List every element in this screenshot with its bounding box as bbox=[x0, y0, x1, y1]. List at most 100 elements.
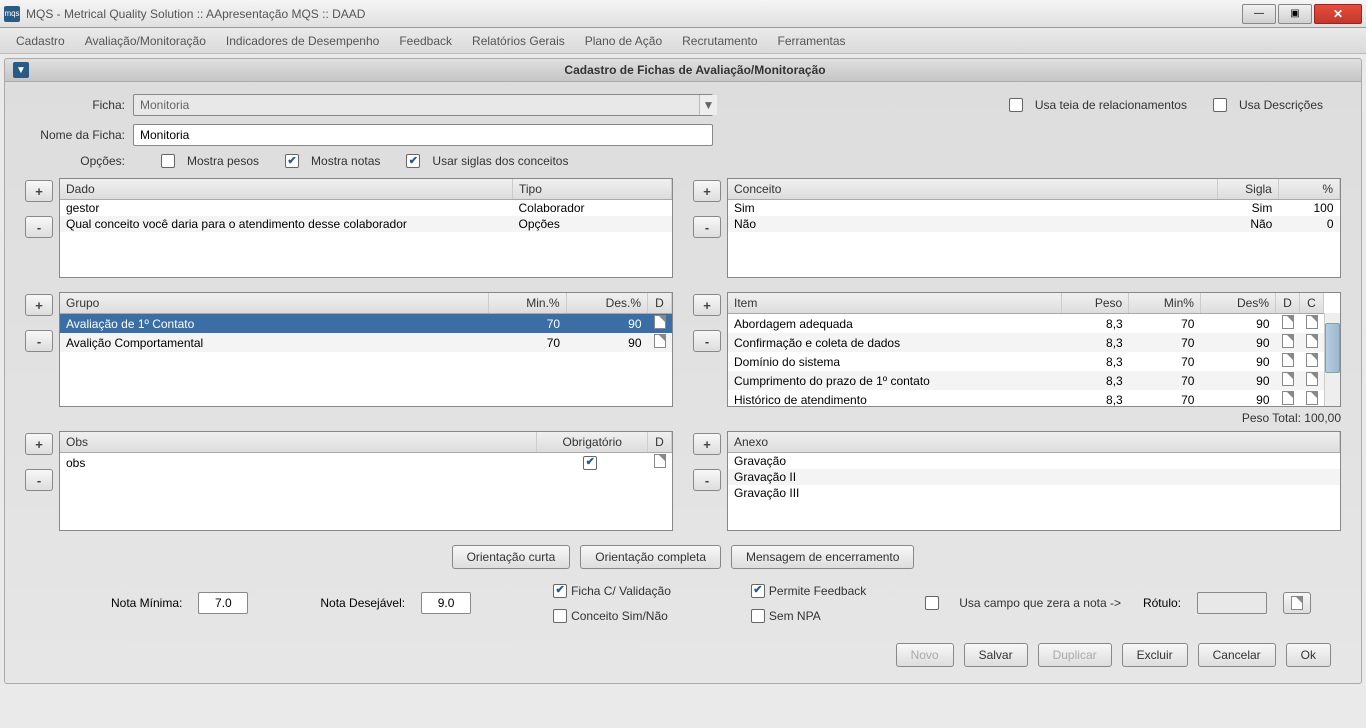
document-icon[interactable] bbox=[1306, 372, 1318, 386]
conceito-table[interactable]: ConceitoSigla% SimSim100 NãoNão0 bbox=[728, 179, 1340, 232]
document-icon[interactable] bbox=[1282, 372, 1294, 386]
conceito-col-conceito[interactable]: Conceito bbox=[728, 179, 1217, 200]
table-row[interactable]: gestorColaborador bbox=[60, 200, 672, 217]
dado-remove-button[interactable]: - bbox=[25, 216, 53, 238]
table-row[interactable]: Abordagem adequada8,37090 bbox=[728, 314, 1324, 334]
grupo-col-grupo[interactable]: Grupo bbox=[60, 293, 488, 314]
table-row[interactable]: obs bbox=[60, 453, 672, 473]
obs-remove-button[interactable]: - bbox=[25, 469, 53, 491]
document-icon[interactable] bbox=[654, 454, 666, 468]
usa-teia-checkbox[interactable] bbox=[1009, 98, 1023, 112]
document-icon[interactable] bbox=[1282, 353, 1294, 367]
item-col-des[interactable]: Des% bbox=[1200, 293, 1275, 314]
permite-feedback-checkbox[interactable] bbox=[751, 584, 765, 598]
obs-add-button[interactable]: + bbox=[25, 433, 53, 455]
conceito-col-sigla[interactable]: Sigla bbox=[1217, 179, 1278, 200]
menu-recrutamento[interactable]: Recrutamento bbox=[672, 30, 767, 52]
table-row[interactable]: NãoNão0 bbox=[728, 216, 1340, 232]
menu-cadastro[interactable]: Cadastro bbox=[6, 30, 75, 52]
anexo-remove-button[interactable]: - bbox=[693, 469, 721, 491]
usa-campo-zera-checkbox[interactable] bbox=[925, 596, 939, 610]
menu-relatorios[interactable]: Relatórios Gerais bbox=[462, 30, 575, 52]
grupo-col-min[interactable]: Min.% bbox=[488, 293, 566, 314]
panel-toggle-icon[interactable]: ▼ bbox=[13, 62, 29, 78]
orientacao-curta-button[interactable]: Orientação curta bbox=[452, 545, 571, 569]
grupo-col-d[interactable]: D bbox=[648, 293, 672, 314]
item-col-min[interactable]: Min% bbox=[1129, 293, 1201, 314]
dado-add-button[interactable]: + bbox=[25, 180, 53, 202]
ok-button[interactable]: Ok bbox=[1286, 643, 1331, 667]
mensagem-encerramento-button[interactable]: Mensagem de encerramento bbox=[731, 545, 914, 569]
table-row[interactable]: Gravação bbox=[728, 453, 1340, 470]
anexo-table[interactable]: Anexo Gravação Gravação II Gravação III bbox=[728, 432, 1340, 501]
orientacao-completa-button[interactable]: Orientação completa bbox=[580, 545, 721, 569]
nome-ficha-input[interactable] bbox=[133, 124, 713, 146]
grupo-col-des[interactable]: Des.% bbox=[566, 293, 647, 314]
item-col-peso[interactable]: Peso bbox=[1061, 293, 1128, 314]
usar-siglas-checkbox[interactable] bbox=[406, 154, 420, 168]
grupo-table[interactable]: GrupoMin.%Des.%D Avaliação de 1º Contato… bbox=[60, 293, 672, 352]
document-icon[interactable] bbox=[1306, 353, 1318, 367]
table-row[interactable]: Gravação II bbox=[728, 469, 1340, 485]
obs-col-obrig[interactable]: Obrigatório bbox=[537, 432, 648, 453]
document-icon[interactable] bbox=[1306, 391, 1318, 405]
close-button[interactable]: ✕ bbox=[1314, 4, 1362, 24]
menu-avaliacao[interactable]: Avaliação/Monitoração bbox=[75, 30, 216, 52]
scrollbar[interactable] bbox=[1324, 313, 1340, 406]
nota-min-input[interactable] bbox=[198, 592, 248, 614]
conceito-col-pct[interactable]: % bbox=[1278, 179, 1339, 200]
table-row[interactable]: Avaliação de 1º Contato7090 bbox=[60, 314, 672, 334]
nota-des-input[interactable] bbox=[421, 592, 471, 614]
item-table[interactable]: ItemPesoMin%Des%DC Abordagem adequada8,3… bbox=[728, 293, 1324, 407]
excluir-button[interactable]: Excluir bbox=[1122, 643, 1188, 667]
document-icon[interactable] bbox=[1282, 315, 1294, 329]
minimize-button[interactable]: — bbox=[1242, 4, 1276, 24]
rotulo-input[interactable] bbox=[1197, 592, 1267, 614]
anexo-col-anexo[interactable]: Anexo bbox=[728, 432, 1340, 453]
item-col-d[interactable]: D bbox=[1276, 293, 1300, 314]
item-col-item[interactable]: Item bbox=[728, 293, 1061, 314]
table-row[interactable]: Avalição Comportamental7090 bbox=[60, 333, 672, 352]
duplicar-button[interactable]: Duplicar bbox=[1038, 643, 1112, 667]
menu-ferramentas[interactable]: Ferramentas bbox=[768, 30, 856, 52]
item-add-button[interactable]: + bbox=[693, 294, 721, 316]
salvar-button[interactable]: Salvar bbox=[964, 643, 1028, 667]
obs-obrig-checkbox[interactable] bbox=[583, 456, 597, 470]
conceito-add-button[interactable]: + bbox=[693, 180, 721, 202]
mostra-notas-checkbox[interactable] bbox=[285, 154, 299, 168]
item-remove-button[interactable]: - bbox=[693, 330, 721, 352]
ficha-select[interactable] bbox=[133, 94, 713, 116]
document-icon[interactable] bbox=[1306, 315, 1318, 329]
grupo-remove-button[interactable]: - bbox=[25, 330, 53, 352]
menu-feedback[interactable]: Feedback bbox=[389, 30, 462, 52]
dado-col-tipo[interactable]: Tipo bbox=[513, 179, 672, 200]
conceito-sn-checkbox[interactable] bbox=[553, 609, 567, 623]
obs-table[interactable]: ObsObrigatórioD obs bbox=[60, 432, 672, 472]
table-row[interactable]: Qual conceito você daria para o atendime… bbox=[60, 216, 672, 232]
sem-npa-checkbox[interactable] bbox=[751, 609, 765, 623]
item-col-c[interactable]: C bbox=[1300, 293, 1324, 314]
dado-col-dado[interactable]: Dado bbox=[60, 179, 513, 200]
cancelar-button[interactable]: Cancelar bbox=[1198, 643, 1276, 667]
document-icon[interactable] bbox=[1282, 391, 1294, 405]
maximize-button[interactable]: ▣ bbox=[1278, 4, 1312, 24]
table-row[interactable]: Confirmação e coleta de dados8,37090 bbox=[728, 333, 1324, 352]
menu-plano[interactable]: Plano de Ação bbox=[575, 30, 672, 52]
usa-desc-checkbox[interactable] bbox=[1213, 98, 1227, 112]
ficha-validacao-checkbox[interactable] bbox=[553, 584, 567, 598]
document-icon[interactable] bbox=[1282, 334, 1294, 348]
table-row[interactable]: Cumprimento do prazo de 1º contato8,3709… bbox=[728, 371, 1324, 390]
table-row[interactable]: Gravação III bbox=[728, 485, 1340, 501]
grupo-add-button[interactable]: + bbox=[25, 294, 53, 316]
conceito-remove-button[interactable]: - bbox=[693, 216, 721, 238]
document-icon[interactable] bbox=[1306, 334, 1318, 348]
novo-button[interactable]: Novo bbox=[896, 643, 954, 667]
anexo-add-button[interactable]: + bbox=[693, 433, 721, 455]
document-icon[interactable] bbox=[654, 334, 666, 348]
obs-col-d[interactable]: D bbox=[648, 432, 672, 453]
obs-col-obs[interactable]: Obs bbox=[60, 432, 537, 453]
menu-indicadores[interactable]: Indicadores de Desempenho bbox=[216, 30, 389, 52]
table-row[interactable]: Histórico de atendimento8,37090 bbox=[728, 390, 1324, 407]
rotulo-doc-button[interactable] bbox=[1283, 592, 1311, 614]
dado-table[interactable]: DadoTipo gestorColaborador Qual conceito… bbox=[60, 179, 672, 232]
